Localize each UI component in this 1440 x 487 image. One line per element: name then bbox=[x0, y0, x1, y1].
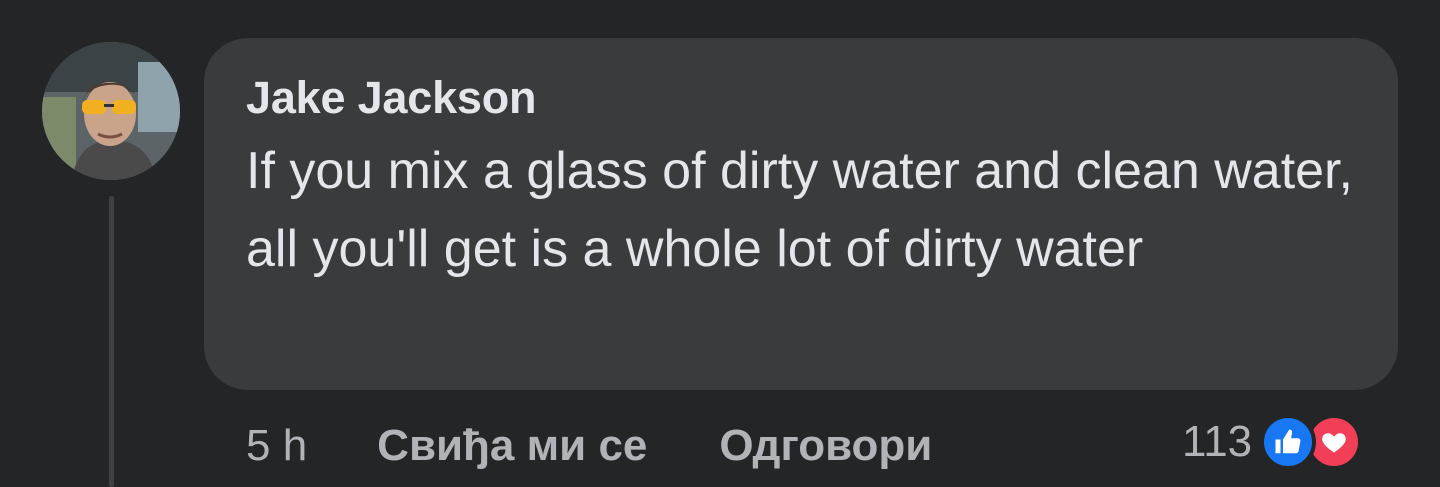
reaction-count: 113 bbox=[1182, 417, 1253, 466]
comment-bubble: Jake Jackson If you mix a glass of dirty… bbox=[204, 38, 1398, 390]
user-avatar-photo bbox=[42, 42, 180, 180]
thread-connector-line bbox=[109, 196, 114, 487]
comment-text: If you mix a glass of dirty water and cl… bbox=[246, 142, 1353, 278]
reply-button[interactable]: Одговори bbox=[719, 421, 932, 471]
avatar[interactable] bbox=[42, 42, 180, 180]
reactions-summary[interactable]: 113 bbox=[1182, 412, 1363, 472]
comment-author[interactable]: Jake Jackson bbox=[246, 72, 1358, 124]
like-reaction-icon bbox=[1260, 414, 1317, 470]
comment-timestamp[interactable]: 5 h bbox=[246, 421, 307, 471]
comment-thread: Jake Jackson If you mix a glass of dirty… bbox=[0, 0, 1440, 487]
comment-actions: 5 h Свиђа ми се Одговори bbox=[246, 418, 932, 474]
like-button[interactable]: Свиђа ми се bbox=[377, 421, 647, 471]
